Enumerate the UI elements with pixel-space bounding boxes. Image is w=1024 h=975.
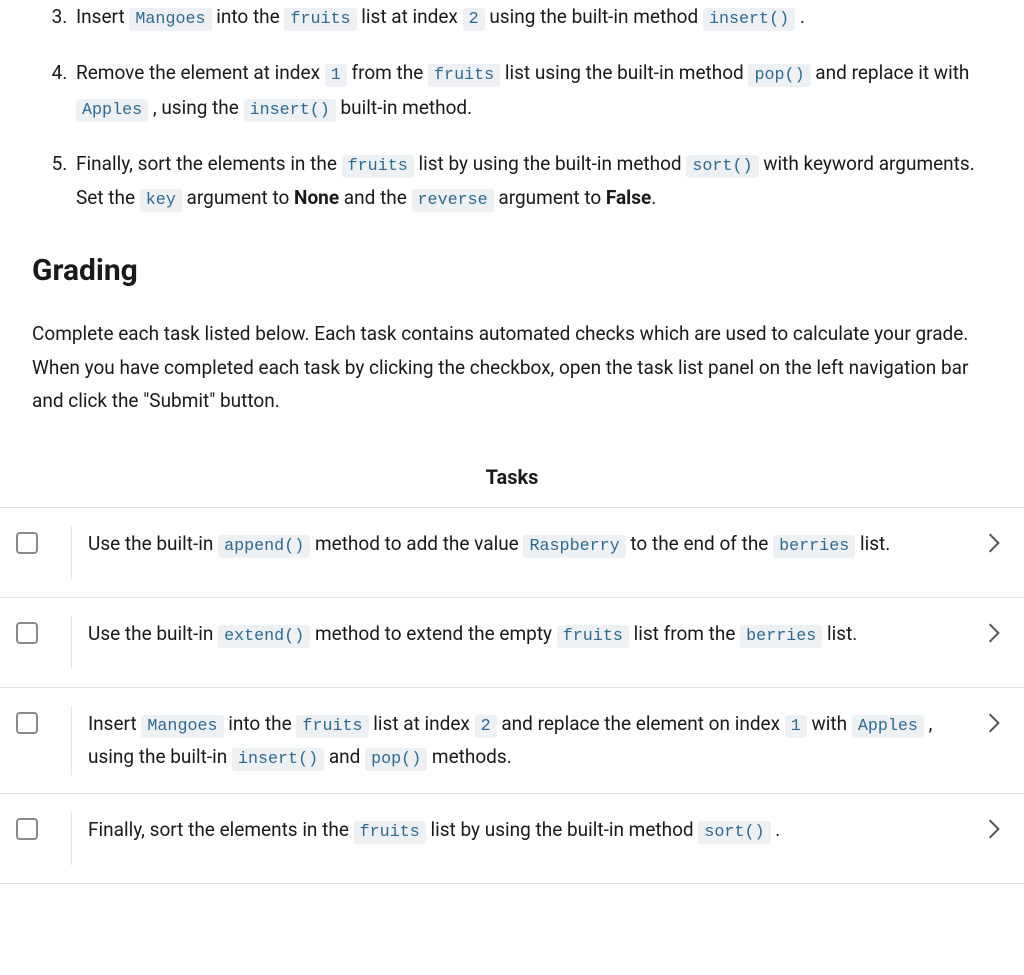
code-token: insert() — [232, 748, 324, 771]
code-token: 2 — [475, 715, 497, 738]
task-row[interactable]: Use the built-in append() method to add … — [0, 508, 1024, 598]
task-description: Use the built-in append() method to add … — [72, 526, 976, 563]
task-checkbox-cell — [16, 706, 72, 775]
tasks-table: Use the built-in append() method to add … — [0, 507, 1024, 884]
code-token: append() — [218, 535, 310, 558]
code-token: fruits — [296, 715, 368, 738]
code-token: 2 — [463, 8, 485, 31]
code-token: berries — [773, 535, 855, 558]
code-token: reverse — [412, 189, 494, 212]
code-token: fruits — [284, 8, 356, 31]
code-token: insert() — [244, 99, 336, 122]
code-token: 1 — [325, 64, 347, 87]
code-token: extend() — [218, 625, 310, 648]
code-token: fruits — [557, 625, 629, 648]
instruction-item: Insert Mangoes into the fruits list at i… — [72, 0, 992, 34]
code-token: fruits — [342, 155, 414, 178]
task-checkbox-cell — [16, 616, 72, 669]
grading-heading: Grading — [32, 247, 992, 295]
code-token: sort() — [686, 155, 758, 178]
code-token: fruits — [428, 64, 500, 87]
task-row[interactable]: Finally, sort the elements in the fruits… — [0, 794, 1024, 884]
task-checkbox[interactable] — [16, 818, 38, 840]
instruction-list: Insert Mangoes into the fruits list at i… — [32, 0, 992, 215]
code-token: fruits — [354, 821, 426, 844]
bold-text: False — [606, 186, 651, 209]
chevron-right-icon[interactable] — [976, 526, 1012, 554]
task-checkbox[interactable] — [16, 532, 38, 554]
task-description: Use the built-in extend() method to exte… — [72, 616, 976, 653]
task-description: Finally, sort the elements in the fruits… — [72, 812, 976, 849]
code-token: 1 — [785, 715, 807, 738]
instruction-item: Remove the element at index 1 from the f… — [72, 56, 992, 125]
task-row[interactable]: Insert Mangoes into the fruits list at i… — [0, 688, 1024, 794]
chevron-right-icon[interactable] — [976, 706, 1012, 734]
task-checkbox-cell — [16, 526, 72, 579]
code-token: pop() — [365, 748, 427, 771]
task-checkbox[interactable] — [16, 712, 38, 734]
code-token: key — [140, 189, 182, 212]
task-checkbox[interactable] — [16, 622, 38, 644]
code-token: sort() — [698, 821, 770, 844]
task-row[interactable]: Use the built-in extend() method to exte… — [0, 598, 1024, 688]
bold-text: None — [294, 186, 339, 209]
tasks-header: Tasks — [0, 453, 1024, 507]
code-token: Raspberry — [523, 535, 625, 558]
code-token: berries — [740, 625, 822, 648]
code-token: Mangoes — [141, 715, 223, 738]
chevron-right-icon[interactable] — [976, 616, 1012, 644]
code-token: Mangoes — [129, 8, 211, 31]
task-checkbox-cell — [16, 812, 72, 865]
code-token: pop() — [748, 64, 810, 87]
instruction-item: Finally, sort the elements in the fruits… — [72, 147, 992, 216]
code-token: Apples — [852, 715, 924, 738]
chevron-right-icon[interactable] — [976, 812, 1012, 840]
code-token: Apples — [76, 99, 148, 122]
grading-description: Complete each task listed below. Each ta… — [32, 317, 992, 417]
code-token: insert() — [703, 8, 795, 31]
task-description: Insert Mangoes into the fruits list at i… — [72, 706, 976, 775]
